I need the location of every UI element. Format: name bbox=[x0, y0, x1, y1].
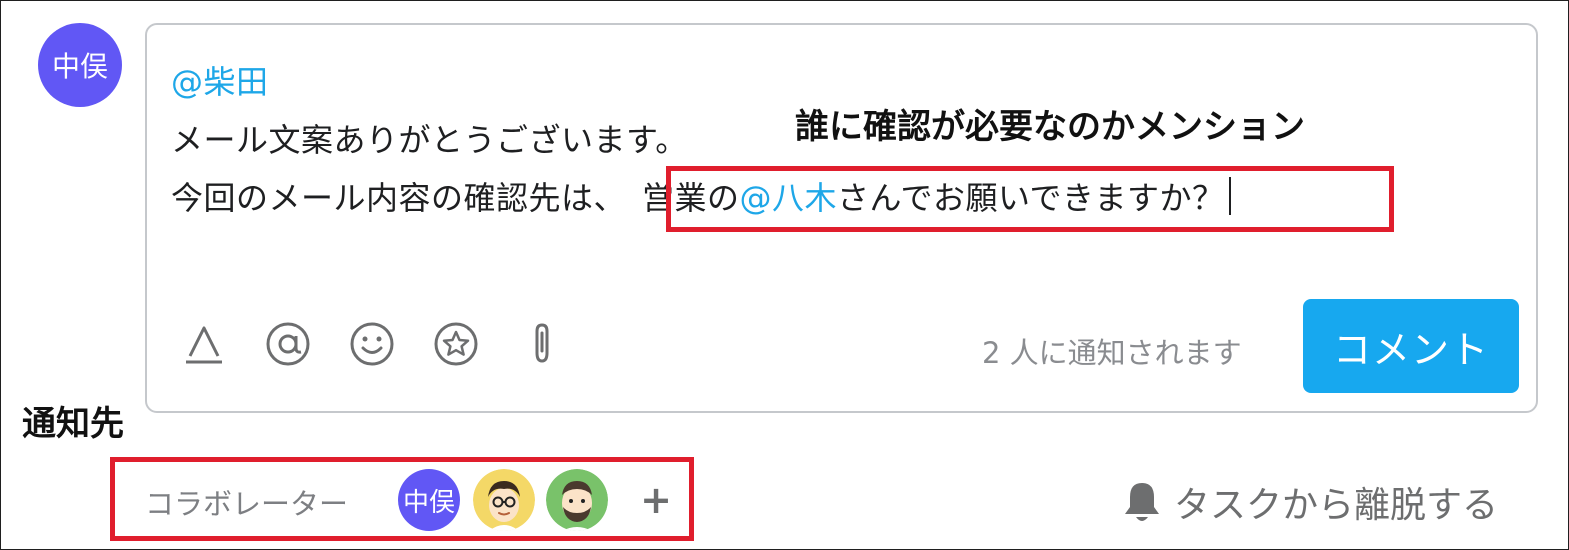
comment-line-2-prefix: 今回のメール内容の確認先は、 bbox=[171, 179, 627, 217]
mention-annotation: 誰に確認が必要なのかメンション bbox=[795, 107, 1305, 147]
notify-count-text: 2 人に通知されます bbox=[982, 336, 1242, 370]
add-collaborator-button[interactable]: + bbox=[637, 478, 675, 522]
mention-icon[interactable] bbox=[265, 321, 311, 367]
emoji-icon[interactable] bbox=[349, 321, 395, 367]
author-avatar: 中俣 bbox=[38, 23, 122, 107]
leave-task-button[interactable]: タスクから離脱する bbox=[1122, 476, 1498, 528]
mention-shibata[interactable]: @柴田 bbox=[171, 63, 269, 101]
author-avatar-initials: 中俣 bbox=[51, 50, 108, 83]
leave-task-label: タスクから離脱する bbox=[1174, 485, 1499, 526]
notify-target-annotation: 通知先 bbox=[22, 404, 124, 444]
comment-submit-button[interactable]: コメント bbox=[1303, 299, 1519, 393]
mention-line: @柴田 bbox=[171, 57, 269, 103]
comment-line-1: メール文案ありがとうございます。 bbox=[171, 121, 688, 159]
paperclip-icon[interactable] bbox=[519, 321, 565, 367]
collaborator-avatar-beard[interactable] bbox=[546, 469, 608, 531]
collaborator-avatar-nakamata[interactable]: 中俣 bbox=[398, 469, 460, 531]
text-format-icon[interactable] bbox=[181, 321, 227, 367]
collaborator-avatar-glasses[interactable] bbox=[473, 469, 535, 531]
collaborator-avatar-initials: 中俣 bbox=[402, 487, 455, 518]
collaborators-label: コラボレーター bbox=[145, 487, 349, 521]
mention-highlight-box bbox=[666, 166, 1394, 232]
star-icon[interactable] bbox=[433, 321, 479, 367]
bell-icon bbox=[1125, 483, 1159, 521]
